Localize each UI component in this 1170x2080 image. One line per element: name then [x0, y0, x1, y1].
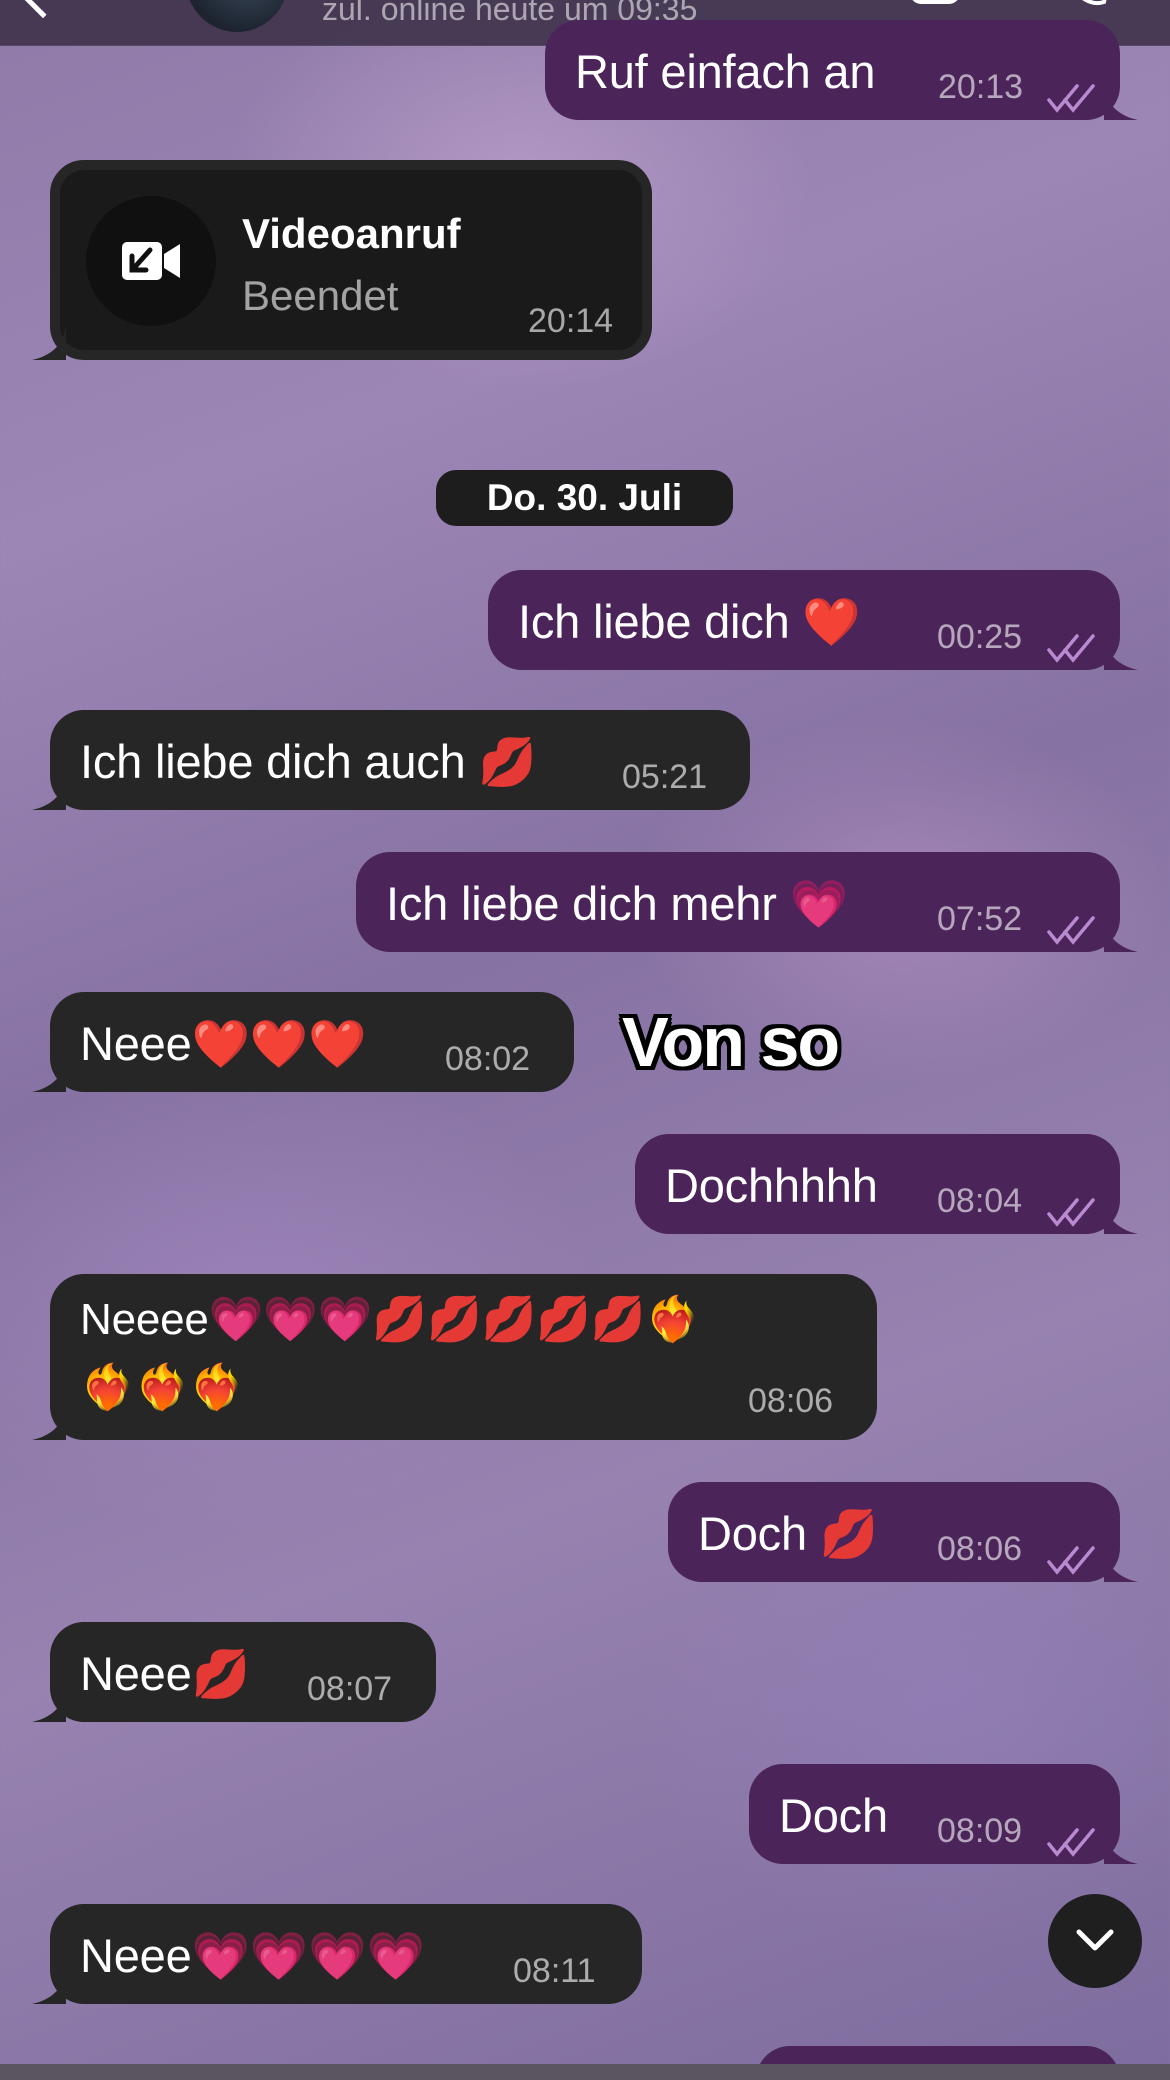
bubble-tail [1104, 84, 1138, 120]
phone-icon[interactable] [1062, 0, 1112, 12]
bubble-tail [32, 1968, 66, 2004]
video-camera-icon[interactable] [908, 0, 978, 12]
bubble-tail [32, 324, 66, 360]
message-text: Doch [779, 1789, 888, 1842]
message-time: 05:21 [622, 758, 708, 796]
message-time: 08:11 [513, 1952, 596, 1990]
message-text: Neee❤️❤️❤️ [80, 1017, 367, 1070]
call-icon-circle [86, 196, 216, 326]
message-outgoing[interactable]: Doch 💋 08:06 [668, 1482, 1138, 1582]
overlay-caption: Von so [622, 1003, 840, 1081]
message-incoming[interactable]: Neee❤️❤️❤️ 08:02 [32, 992, 574, 1092]
video-call-incoming-icon [122, 242, 180, 280]
double-check-icon [1047, 634, 1095, 663]
message-time: 07:52 [937, 900, 1023, 938]
message-time: 20:14 [528, 302, 614, 340]
message-incoming[interactable]: Ich liebe dich auch 💋 05:21 [32, 710, 750, 810]
message-text: Doch 💋 [698, 1507, 879, 1560]
message-incoming[interactable]: Neeee💗💗💗💋💋💋💋💋❤️‍🔥 ❤️‍🔥❤️‍🔥❤️‍🔥 08:06 [32, 1274, 877, 1440]
message-time: 08:06 [937, 1530, 1023, 1568]
bubble-tail [32, 1056, 66, 1092]
video-call-bubble[interactable]: Videoanruf Beendet 20:14 [32, 160, 652, 360]
message-text: Ruf einfach an [575, 45, 876, 98]
message-time: 08:04 [937, 1182, 1023, 1220]
bubble-tail [32, 1404, 66, 1440]
message-text-line-1: Neeee💗💗💗💋💋💋💋💋❤️‍🔥 [80, 1295, 700, 1344]
back-icon[interactable] [21, 0, 65, 19]
double-check-icon [1047, 1198, 1095, 1227]
bubble-tail [32, 774, 66, 810]
double-check-icon [1047, 1828, 1095, 1857]
message-text: Ich liebe dich ❤️ [518, 595, 861, 648]
chevron-down-icon [1076, 1929, 1114, 1951]
double-check-icon [1047, 916, 1095, 945]
message-outgoing[interactable]: Ich liebe dich mehr 💗 07:52 [356, 852, 1138, 952]
message-outgoing[interactable]: Ruf einfach an 20:13 [545, 20, 1138, 120]
bubble-tail [1104, 1198, 1138, 1234]
message-text: Dochhhhh [665, 1159, 878, 1212]
double-check-icon [1047, 1546, 1095, 1575]
call-title: Videoanruf [242, 210, 461, 257]
message-outgoing[interactable]: Doch 08:09 [749, 1764, 1138, 1864]
message-time: 00:25 [937, 618, 1023, 656]
message-text: Ich liebe dich mehr 💗 [386, 877, 848, 930]
date-separator: Do. 30. Juli [436, 470, 733, 526]
message-text: Neee💗💗💗💗 [80, 1929, 425, 1982]
bubble-tail [1104, 916, 1138, 952]
bubble-tail [32, 1686, 66, 1722]
message-outgoing[interactable]: Ich liebe dich ❤️ 00:25 [488, 570, 1138, 670]
message-time: 08:06 [748, 1382, 834, 1420]
message-time: 08:09 [937, 1812, 1023, 1850]
message-outgoing[interactable]: Dochhhhh 08:04 [635, 1134, 1138, 1234]
message-incoming[interactable]: Neee💋 08:07 [32, 1622, 436, 1722]
call-status: Beendet [242, 272, 399, 319]
message-text: Neee💋 [80, 1647, 250, 1700]
bubble-tail [1104, 634, 1138, 670]
message-incoming[interactable]: Neee💗💗💗💗 08:11 [32, 1904, 642, 2004]
message-time: 08:07 [307, 1670, 393, 1708]
bubble-tail [1104, 1828, 1138, 1864]
scroll-to-bottom-button[interactable] [1048, 1894, 1142, 1988]
input-bar-edge [0, 2064, 1170, 2080]
bubble-tail [1104, 1546, 1138, 1582]
message-time: 20:13 [938, 68, 1024, 106]
contact-avatar[interactable] [186, 0, 288, 32]
double-check-icon [1047, 84, 1095, 113]
message-text-line-2: ❤️‍🔥❤️‍🔥❤️‍🔥 [80, 1363, 244, 1412]
message-text: Ich liebe dich auch 💋 [80, 735, 537, 788]
message-time: 08:02 [445, 1040, 531, 1078]
